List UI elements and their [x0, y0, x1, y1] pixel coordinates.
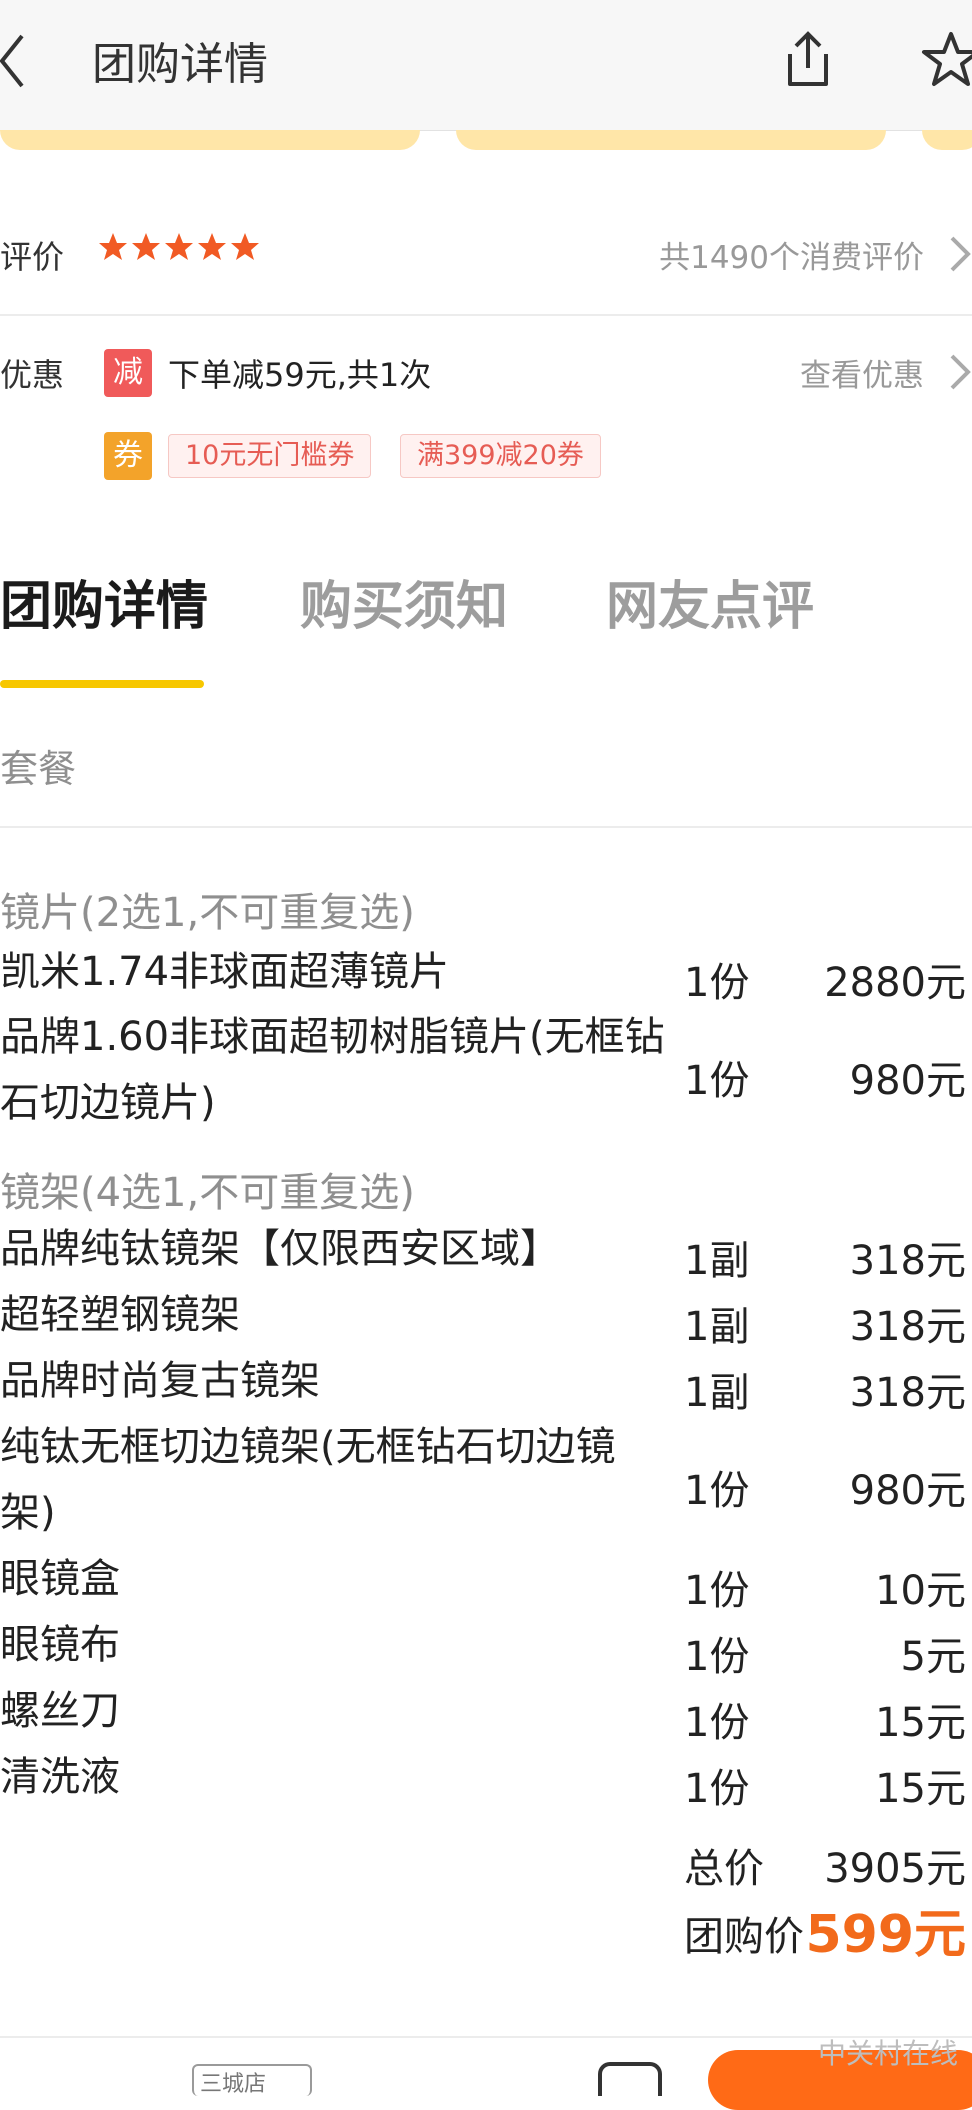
- list-item-price: 2880元: [824, 960, 966, 1006]
- banner-image-2[interactable]: [456, 130, 886, 150]
- list-item-price: 318元: [849, 1304, 966, 1350]
- star-icon: [99, 233, 127, 260]
- list-item-qty: 1副: [684, 1238, 750, 1284]
- star-outline-icon: [922, 32, 972, 86]
- view-promo-link[interactable]: 查看优惠: [800, 350, 924, 395]
- star-icon: [165, 233, 193, 260]
- divider: [0, 314, 972, 316]
- list-item-name: 螺丝刀: [0, 1688, 120, 1734]
- tab-group-details[interactable]: 团购详情: [0, 564, 208, 639]
- coupon-chip[interactable]: 10元无门槛券: [168, 434, 372, 478]
- list-item-qty: 1份: [684, 1468, 750, 1514]
- list-item-qty: 1份: [684, 1568, 750, 1614]
- list-item-name: 眼镜布: [0, 1622, 120, 1668]
- back-button[interactable]: [0, 30, 40, 92]
- active-tab-indicator: [0, 680, 204, 688]
- banner-image-1[interactable]: [0, 130, 420, 150]
- rating-stars: [98, 232, 260, 276]
- list-item-qty: 1份: [684, 1766, 750, 1812]
- list-item-price: 10元: [875, 1568, 966, 1614]
- list-item-qty: 1份: [684, 1634, 750, 1680]
- share-button[interactable]: [780, 28, 836, 90]
- list-item-price: 15元: [875, 1700, 966, 1746]
- tab-purchase-notes[interactable]: 购买须知: [300, 564, 508, 639]
- group-price-value: 599元: [805, 1905, 966, 1965]
- chevron-right-icon: [950, 236, 971, 272]
- list-item-qty: 1份: [684, 1058, 750, 1104]
- favorite-button[interactable]: [920, 30, 972, 90]
- chevron-right-icon: [950, 354, 971, 390]
- list-item-qty: 1副: [684, 1304, 750, 1350]
- list-item-price: 5元: [900, 1634, 966, 1680]
- review-count-link[interactable]: 共1490个消费评价: [659, 232, 924, 277]
- list-item-name: 清洗液: [0, 1754, 120, 1800]
- list-item-name: 品牌时尚复古镜架: [0, 1358, 320, 1404]
- group-price-label: 团购价: [684, 1914, 804, 1960]
- list-item-name: 石切边镜片): [0, 1080, 216, 1126]
- list-item-price: 980元: [849, 1058, 966, 1104]
- list-item-name: 纯钛无框切边镜架(无框钻石切边镜: [0, 1424, 616, 1470]
- watermark: 中关村在线: [817, 2037, 958, 2070]
- list-item-qty: 1副: [684, 1370, 750, 1416]
- star-icon: [231, 233, 259, 260]
- list-item-qty: 1份: [684, 1700, 750, 1746]
- page-title: 团购详情: [92, 39, 268, 90]
- frame-section-heading: 镜架(4选1,不可重复选): [0, 1170, 415, 1216]
- list-item-qty: 1份: [684, 960, 750, 1006]
- coupon-chip[interactable]: 满399减20券: [400, 434, 601, 478]
- star-icon: [198, 233, 226, 260]
- list-item-name: 超轻塑钢镜架: [0, 1292, 240, 1338]
- banner-image-3[interactable]: [922, 130, 972, 150]
- list-item-name: 凯米1.74非球面超薄镜片: [0, 949, 450, 995]
- list-item-price: 318元: [849, 1238, 966, 1284]
- total-label: 总价: [684, 1846, 764, 1892]
- discount-badge: 减: [104, 349, 152, 397]
- coupon-badge: 券: [104, 432, 152, 480]
- lens-section-heading: 镜片(2选1,不可重复选): [0, 890, 415, 936]
- list-item-price: 15元: [875, 1766, 966, 1812]
- cart-icon[interactable]: [598, 2062, 662, 2096]
- list-item-name: 架): [0, 1490, 56, 1536]
- discount-text: 下单减59元,共1次: [168, 356, 432, 394]
- promo-label: 优惠: [0, 356, 65, 394]
- list-item-price: 980元: [849, 1468, 966, 1514]
- divider: [0, 826, 972, 828]
- rating-label: 评价: [0, 238, 65, 276]
- list-item-name: 品牌纯钛镜架【仅限西安区域】: [0, 1226, 560, 1272]
- package-title: 套餐: [0, 747, 77, 791]
- list-item-name: 眼镜盒: [0, 1556, 120, 1602]
- list-item-name: 品牌1.60非球面超韧树脂镜片(无框钻: [0, 1014, 665, 1060]
- list-item-price: 318元: [849, 1370, 966, 1416]
- chevron-left-icon: [0, 34, 24, 88]
- store-tag[interactable]: 三城店: [192, 2064, 312, 2097]
- share-icon: [788, 31, 828, 86]
- tab-user-reviews[interactable]: 网友点评: [606, 564, 814, 639]
- star-icon: [132, 233, 160, 260]
- total-value: 3905元: [824, 1846, 966, 1892]
